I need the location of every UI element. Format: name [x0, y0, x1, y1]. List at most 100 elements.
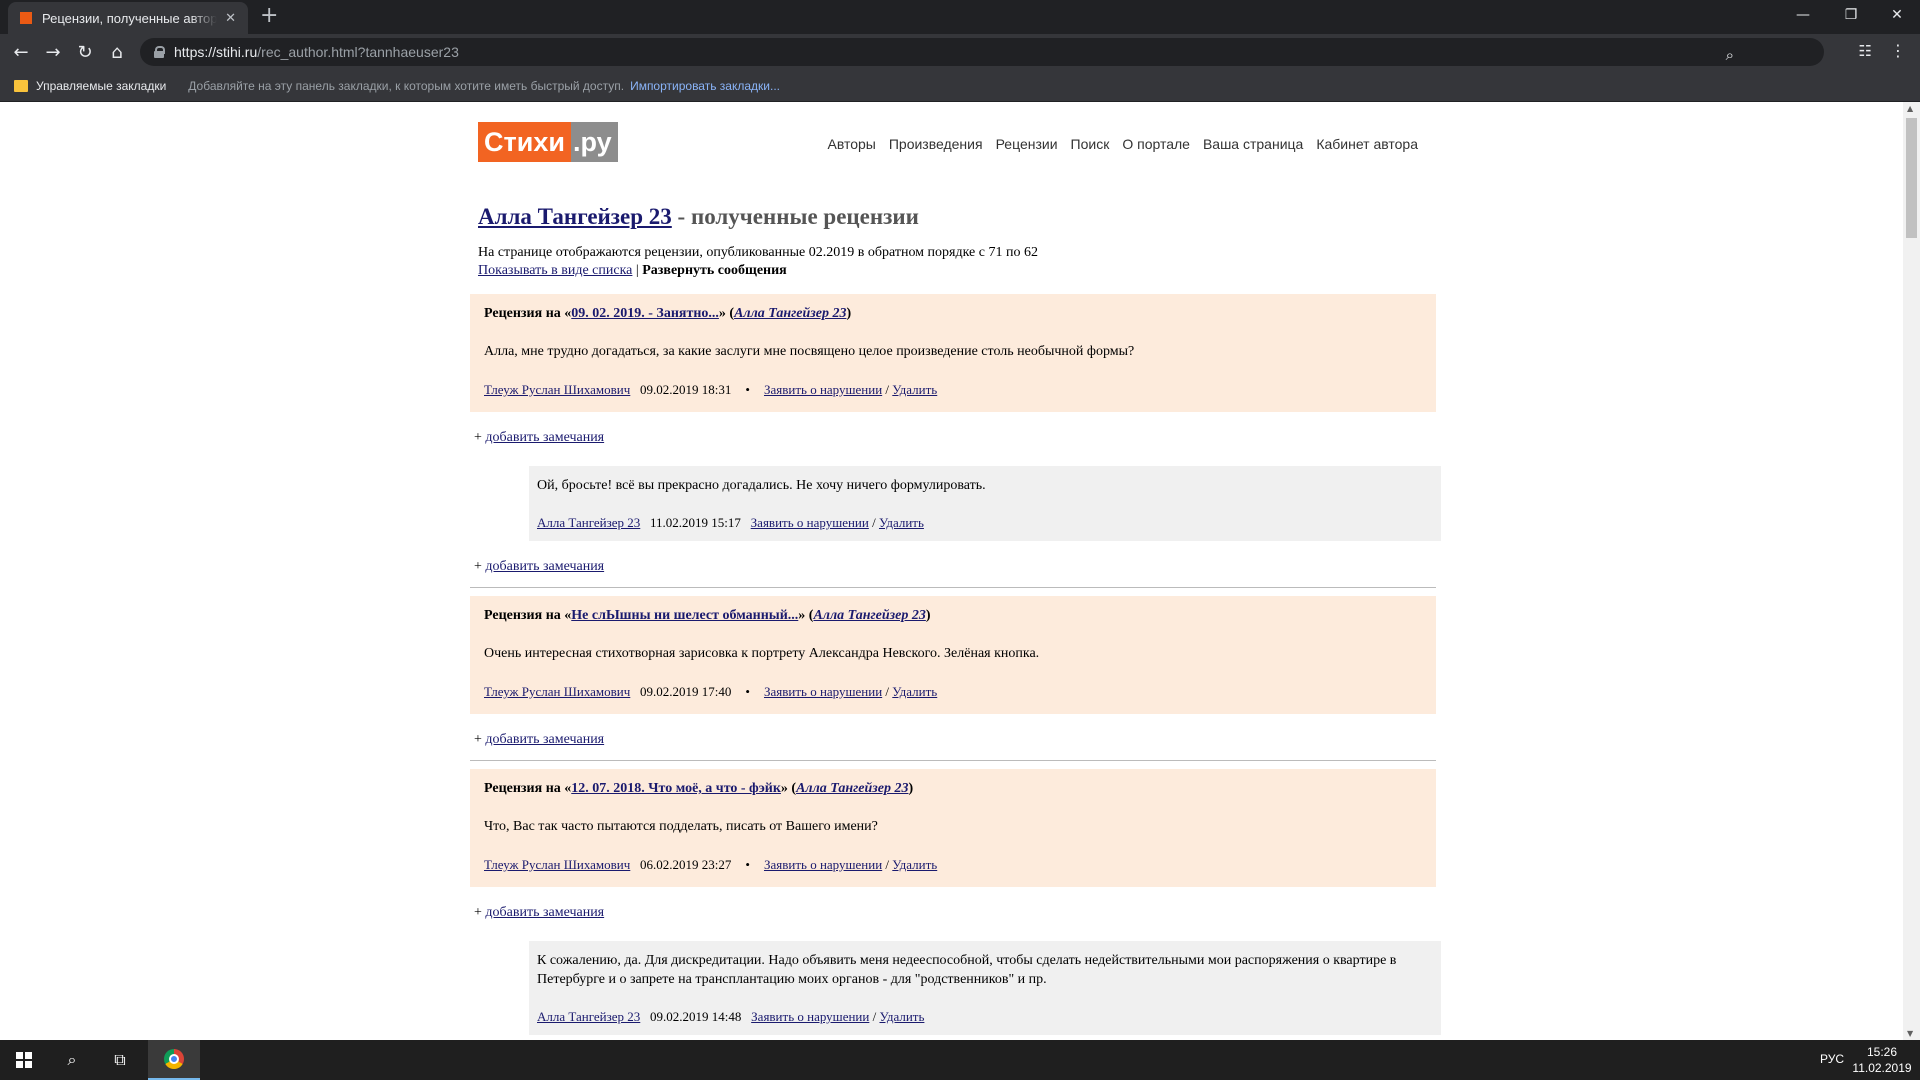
scroll-up-icon[interactable]: ▲: [1907, 104, 1913, 113]
add-note-link[interactable]: добавить замечания: [485, 905, 604, 920]
page-scrollbar[interactable]: ▲ ▼: [1903, 102, 1920, 1040]
tab-title: Рецензии, полученные автором Алла Тангей…: [42, 10, 218, 26]
review-mid: » (: [718, 306, 735, 321]
show-as-list-link[interactable]: Показывать в виде списка: [478, 263, 632, 278]
page-viewport: Стихи .ру Авторы Произведения Рецензии По…: [0, 102, 1903, 1040]
restore-icon[interactable]: ❐: [1828, 0, 1874, 30]
reply-report-link[interactable]: Заявить о нарушении: [751, 1009, 869, 1024]
add-note-row: + добавить замечания: [474, 430, 1440, 446]
review-divider: [470, 587, 1436, 588]
review-prefix: Рецензия на «: [484, 781, 572, 796]
tab-close-icon[interactable]: ✕: [225, 11, 236, 26]
scroll-down-icon[interactable]: ▼: [1907, 1029, 1913, 1038]
start-button[interactable]: [0, 1040, 48, 1080]
reviewer-link[interactable]: Тлеуж Руслан Шихамович: [484, 857, 630, 872]
lock-icon[interactable]: [154, 46, 165, 58]
reply-text: Ой, бросьте! всё вы прекрасно догадались…: [537, 478, 986, 493]
nav-about[interactable]: О портале: [1122, 136, 1190, 152]
review-heading: Рецензия на «12. 07. 2018. Что моё, а чт…: [484, 781, 1422, 797]
reply-meta: Алла Тангейзер 23 09.02.2019 14:48 Заяви…: [537, 1009, 1433, 1025]
review-date: 09.02.2019 17:40: [640, 684, 732, 699]
review-text: Очень интересная стихотворная зарисовка …: [484, 646, 1040, 661]
reply-meta: Алла Тангейзер 23 11.02.2019 15:17 Заяви…: [537, 515, 1433, 531]
nav-authors[interactable]: Авторы: [827, 136, 875, 152]
add-note-row: + добавить замечания: [474, 732, 1440, 748]
reply-author-link[interactable]: Алла Тангейзер 23: [537, 515, 640, 530]
minimize-icon[interactable]: —: [1780, 0, 1826, 30]
clock-time: 15:26: [1866, 1045, 1898, 1059]
review-heading: Рецензия на «Не слЫшны ни шелест обманны…: [484, 608, 1422, 624]
extension-icon[interactable]: ☷: [1859, 42, 1872, 60]
nav-reviews[interactable]: Рецензии: [996, 136, 1058, 152]
delete-link[interactable]: Удалить: [892, 382, 937, 397]
add-note-link[interactable]: добавить замечания: [485, 430, 604, 445]
chrome-taskbar-button[interactable]: [148, 1040, 200, 1080]
review-suffix: ): [846, 306, 852, 321]
review-meta: Тлеуж Руслан Шихамович 09.02.2019 17:40 •…: [484, 684, 1422, 700]
managed-bookmarks[interactable]: Управляемые закладки: [36, 79, 166, 93]
windows-taskbar: ⌕ ⧉ РУС 15:26 11.02.2019: [0, 1040, 1920, 1080]
page-info: На странице отображаются рецензии, опубл…: [478, 244, 1440, 280]
page-title: Алла Тангейзер 23 - полученные рецензии: [478, 204, 1440, 230]
forward-arrow-icon[interactable]: →: [40, 39, 66, 65]
reply-author-link[interactable]: Алла Тангейзер 23: [537, 1009, 640, 1024]
home-icon[interactable]: ⌂: [104, 39, 130, 65]
reply-delete-link[interactable]: Удалить: [879, 1009, 924, 1024]
review-work-link[interactable]: Не слЫшны ни шелест обманный...: [571, 608, 798, 623]
review-meta: Тлеуж Руслан Шихамович 06.02.2019 23:27 •…: [484, 857, 1422, 873]
reply-date: 09.02.2019 14:48: [650, 1009, 742, 1024]
reply-delete-link[interactable]: Удалить: [879, 515, 924, 530]
import-bookmarks-link[interactable]: Импортировать закладки...: [630, 79, 780, 93]
window-close-icon[interactable]: ✕: [1874, 0, 1920, 30]
site-nav: Авторы Произведения Рецензии Поиск О пор…: [827, 136, 1418, 152]
review-author-link[interactable]: Алла Тангейзер 23: [796, 781, 908, 796]
url-text[interactable]: https://stihi.ru/rec_author.html?tannhae…: [174, 44, 459, 60]
scroll-thumb[interactable]: [1906, 118, 1917, 238]
back-arrow-icon[interactable]: ←: [8, 39, 34, 65]
chrome-icon: [164, 1049, 184, 1069]
info-separator: |: [632, 263, 643, 278]
nav-your-page[interactable]: Ваша страница: [1203, 136, 1303, 152]
browser-tab-active[interactable]: Рецензии, полученные автором Алла Тангей…: [8, 2, 248, 34]
review-suffix: ): [925, 608, 931, 623]
system-clock[interactable]: 15:26 11.02.2019: [1852, 1044, 1912, 1076]
review-work-link[interactable]: 12. 07. 2018. Что моё, а что - фэйк: [571, 781, 781, 796]
add-note-plus: +: [474, 559, 486, 574]
review-heading: Рецензия на «09. 02. 2019. - Занятно...»…: [484, 306, 1422, 322]
bookmarks-bar: Управляемые закладки Добавляйте на эту п…: [0, 70, 1920, 102]
zoom-icon[interactable]: ⌕: [1726, 46, 1734, 64]
address-bar[interactable]: https://stihi.ru/rec_author.html?tannhae…: [140, 38, 1824, 66]
reload-icon[interactable]: ↻: [72, 39, 98, 65]
review-mid: » (: [798, 608, 814, 623]
language-indicator[interactable]: РУС: [1820, 1052, 1844, 1066]
task-view-icon[interactable]: ⧉: [96, 1040, 144, 1080]
reviewer-link[interactable]: Тлеуж Руслан Шихамович: [484, 382, 630, 397]
nav-author-cabinet[interactable]: Кабинет автора: [1316, 136, 1418, 152]
delete-link[interactable]: Удалить: [892, 857, 937, 872]
search-icon[interactable]: ⌕: [48, 1040, 96, 1080]
author-title-link[interactable]: Алла Тангейзер 23: [478, 204, 672, 229]
add-note-link[interactable]: добавить замечания: [485, 559, 604, 574]
add-note-plus: +: [474, 905, 486, 920]
nav-works[interactable]: Произведения: [889, 136, 983, 152]
report-link[interactable]: Заявить о нарушении: [764, 857, 882, 872]
review-author-link[interactable]: Алла Тангейзер 23: [813, 608, 925, 623]
new-tab-button[interactable]: +: [260, 3, 278, 28]
review-work-link[interactable]: 09. 02. 2019. - Занятно...: [571, 306, 719, 321]
kebab-menu-icon[interactable]: ⋮: [1890, 41, 1906, 60]
add-note-link[interactable]: добавить замечания: [485, 732, 604, 747]
reviewer-link[interactable]: Тлеуж Руслан Шихамович: [484, 684, 630, 699]
reply-date: 11.02.2019 15:17: [650, 515, 741, 530]
review-date: 06.02.2019 23:27: [640, 857, 732, 872]
report-link[interactable]: Заявить о нарушении: [764, 382, 882, 397]
report-link[interactable]: Заявить о нарушении: [764, 684, 882, 699]
meta-dot: •: [745, 857, 750, 872]
site-logo[interactable]: Стихи .ру: [478, 122, 618, 162]
nav-search[interactable]: Поиск: [1071, 136, 1110, 152]
review-author-link[interactable]: Алла Тангейзер 23: [734, 306, 846, 321]
review-text: Что, Вас так часто пытаются подделать, п…: [484, 819, 878, 834]
review-prefix: Рецензия на «: [484, 306, 572, 321]
reply-report-link[interactable]: Заявить о нарушении: [751, 515, 869, 530]
review-date: 09.02.2019 18:31: [640, 382, 732, 397]
delete-link[interactable]: Удалить: [892, 684, 937, 699]
